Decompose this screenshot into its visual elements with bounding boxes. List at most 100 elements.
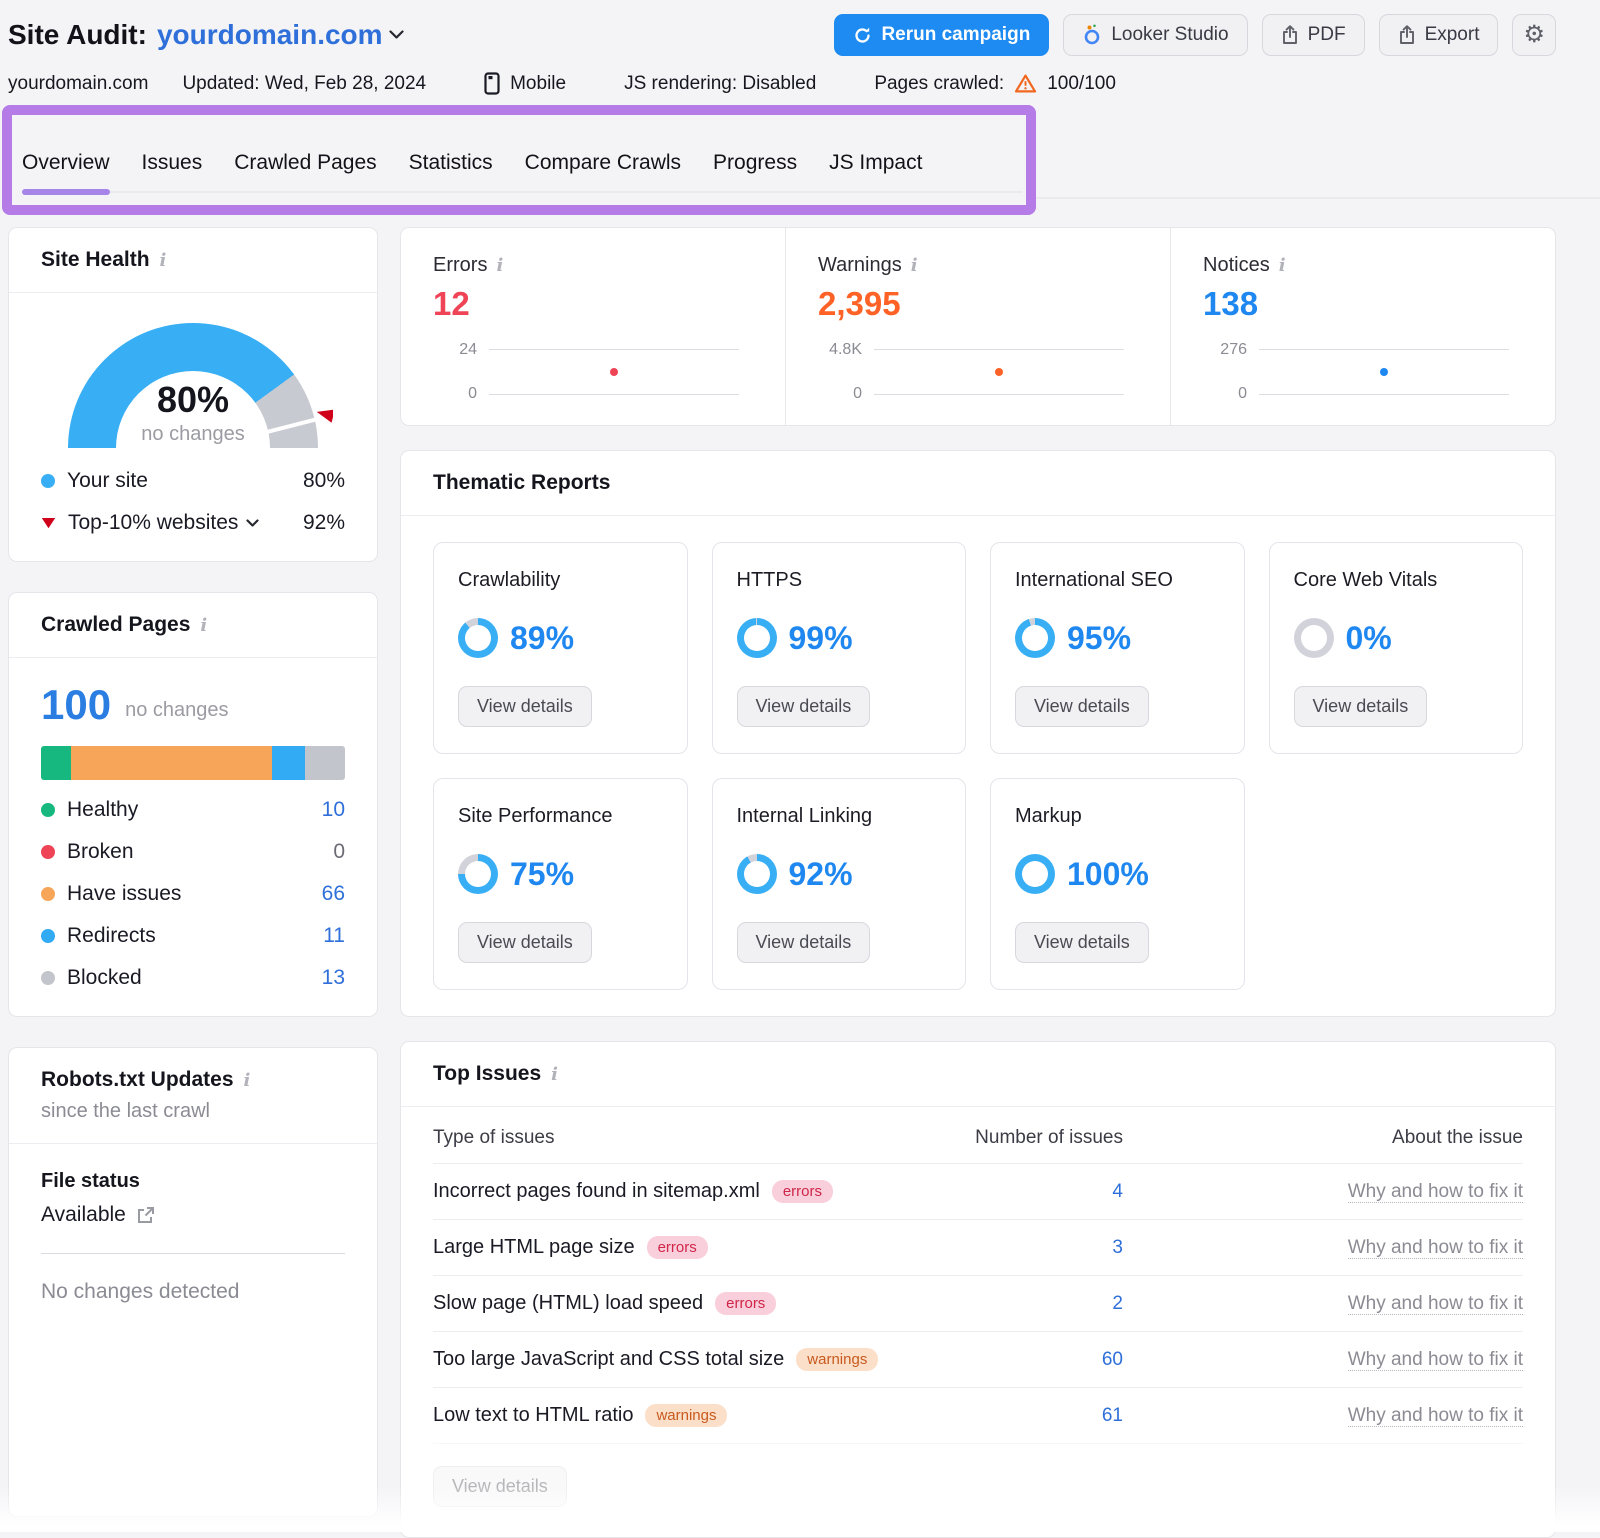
export-icon: [1398, 25, 1416, 45]
tab-progress[interactable]: Progress: [713, 151, 797, 191]
site-health-title: Site Health: [41, 248, 150, 272]
robots-txt-card: Robots.txt Updates i since the last craw…: [8, 1047, 378, 1517]
info-icon[interactable]: i: [496, 255, 503, 276]
legend-your-site: Your site 80%: [41, 469, 345, 493]
view-details-button[interactable]: View details: [737, 686, 871, 727]
legend-row-redirects: Redirects 11: [41, 924, 345, 948]
progress-ring-icon: [737, 854, 777, 894]
meta-pages-label: Pages crawled:: [874, 73, 1004, 95]
legend-row-healthy: Healthy 10: [41, 798, 345, 822]
axis-max-label: 276: [1220, 341, 1247, 359]
notices-data-point: [1380, 368, 1388, 376]
progress-ring-icon: [458, 618, 498, 658]
col-type-of-issues: Type of issues: [433, 1127, 923, 1149]
view-details-button[interactable]: View details: [433, 1466, 567, 1507]
thematic-percent: 75%: [510, 856, 574, 893]
info-icon[interactable]: i: [911, 255, 918, 276]
info-icon[interactable]: i: [244, 1070, 251, 1091]
table-row: Slow page (HTML) load speed errors 2 Why…: [433, 1275, 1523, 1331]
issue-count-link[interactable]: 60: [1102, 1349, 1123, 1370]
crawled-pages-count: 100: [41, 684, 111, 726]
pdf-button[interactable]: PDF: [1262, 14, 1365, 56]
meta-domain: yourdomain.com: [8, 73, 148, 95]
healthy-dot-icon: [41, 803, 55, 817]
bar-segment-blocked: [305, 746, 345, 780]
benchmark-chevron-icon[interactable]: [246, 519, 259, 528]
robots-subtitle: since the last crawl: [41, 1100, 345, 1123]
notices-value[interactable]: 138: [1203, 285, 1525, 323]
warnings-value[interactable]: 2,395: [818, 285, 1140, 323]
view-details-button[interactable]: View details: [1015, 922, 1149, 963]
redirects-count-link[interactable]: 11: [323, 924, 345, 948]
progress-ring-icon: [737, 618, 777, 658]
view-details-button[interactable]: View details: [1015, 686, 1149, 727]
warning-triangle-icon: [1014, 73, 1037, 94]
file-status-value: Available: [41, 1203, 126, 1227]
view-details-button[interactable]: View details: [458, 686, 592, 727]
why-how-fix-link[interactable]: Why and how to fix it: [1348, 1293, 1523, 1315]
looker-studio-label: Looker Studio: [1111, 24, 1228, 46]
view-details-button[interactable]: View details: [1294, 686, 1428, 727]
why-how-fix-link[interactable]: Why and how to fix it: [1348, 1181, 1523, 1203]
errors-sparkline: 24 0: [433, 349, 755, 395]
tab-overview[interactable]: Overview: [22, 151, 110, 191]
settings-button[interactable]: ⚙: [1512, 14, 1556, 56]
crawled-pages-change: no changes: [125, 699, 228, 726]
why-how-fix-link[interactable]: Why and how to fix it: [1348, 1405, 1523, 1427]
table-row: Too large JavaScript and CSS total size …: [433, 1331, 1523, 1387]
meta-js-rendering: JS rendering: Disabled: [624, 73, 816, 95]
thematic-label: HTTPS: [737, 569, 942, 592]
legend-row-broken: Broken 0: [41, 840, 345, 864]
view-details-button[interactable]: View details: [737, 922, 871, 963]
domain-dropdown[interactable]: yourdomain.com: [157, 19, 404, 51]
blocked-label: Blocked: [67, 966, 142, 990]
tab-issues[interactable]: Issues: [142, 151, 203, 191]
why-how-fix-link[interactable]: Why and how to fix it: [1348, 1237, 1523, 1259]
errors-data-point: [610, 368, 618, 376]
info-icon[interactable]: i: [1279, 255, 1286, 276]
tab-statistics[interactable]: Statistics: [409, 151, 493, 191]
view-details-button[interactable]: View details: [458, 922, 592, 963]
table-row: Low text to HTML ratio warnings 61 Why a…: [433, 1387, 1523, 1443]
issue-count-link[interactable]: 3: [1112, 1237, 1123, 1258]
export-label: Export: [1425, 24, 1480, 46]
blocked-count-link[interactable]: 13: [322, 966, 345, 990]
refresh-icon: [853, 26, 872, 45]
tab-compare-crawls[interactable]: Compare Crawls: [525, 151, 681, 191]
healthy-count-link[interactable]: 10: [322, 798, 345, 822]
meta-device: Mobile: [510, 73, 566, 95]
thematic-percent: 95%: [1067, 620, 1131, 657]
errors-value[interactable]: 12: [433, 285, 755, 323]
export-button[interactable]: Export: [1379, 14, 1499, 56]
tab-crawled-pages[interactable]: Crawled Pages: [234, 151, 376, 191]
domain-label: yourdomain.com: [157, 19, 383, 51]
thematic-label: Core Web Vitals: [1294, 569, 1499, 592]
rerun-campaign-button[interactable]: Rerun campaign: [834, 14, 1049, 56]
info-icon[interactable]: i: [160, 250, 167, 271]
tabs-band: Overview Issues Crawled Pages Statistics…: [0, 105, 1600, 223]
benchmark-triangle-icon: [41, 517, 56, 529]
issue-count-link[interactable]: 2: [1112, 1293, 1123, 1314]
issue-count-link[interactable]: 4: [1112, 1181, 1123, 1202]
tab-js-impact[interactable]: JS Impact: [829, 151, 922, 191]
looker-studio-button[interactable]: Looker Studio: [1063, 14, 1247, 56]
info-icon[interactable]: i: [551, 1064, 558, 1085]
crawled-pages-title: Crawled Pages: [41, 613, 190, 637]
issue-text: Slow page (HTML) load speed: [433, 1292, 703, 1315]
bar-segment-healthy: [41, 746, 71, 780]
external-link-icon[interactable]: [136, 1206, 155, 1225]
tab-bar: Overview Issues Crawled Pages Statistics…: [22, 151, 1022, 193]
redirects-label: Redirects: [67, 924, 156, 948]
axis-min-label: 0: [853, 385, 862, 403]
thematic-label: International SEO: [1015, 569, 1220, 592]
issue-count-link[interactable]: 61: [1102, 1405, 1123, 1426]
table-row: Large HTML page size errors 3 Why and ho…: [433, 1219, 1523, 1275]
why-how-fix-link[interactable]: Why and how to fix it: [1348, 1349, 1523, 1371]
info-icon[interactable]: i: [200, 615, 207, 636]
have-issues-count-link[interactable]: 66: [322, 882, 345, 906]
thematic-percent: 99%: [789, 620, 853, 657]
thematic-card-markup: Markup 100% View details: [990, 778, 1245, 990]
thematic-label: Crawlability: [458, 569, 663, 592]
notices-metric: Notices i 138 276 0: [1170, 228, 1555, 425]
looker-studio-icon: [1082, 24, 1102, 46]
